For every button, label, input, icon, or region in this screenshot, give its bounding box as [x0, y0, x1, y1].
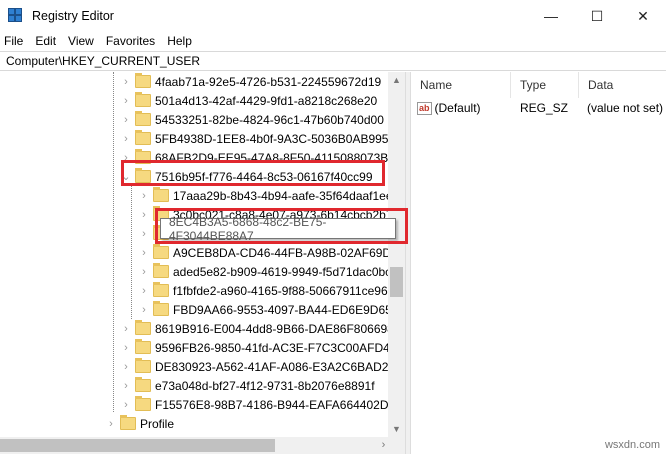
tree-item[interactable]: › 9596FB26-9850-41fd-AC3E-F7C3C00AFD4B — [121, 338, 388, 357]
folder-icon — [153, 301, 169, 316]
horizontal-scroll-thumb[interactable] — [0, 439, 275, 452]
tree-item[interactable]: › 54533251-82be-4824-96c1-47b60b740d00 — [121, 110, 384, 129]
chevron-right-icon[interactable]: › — [121, 323, 131, 335]
column-name[interactable]: Name — [411, 72, 511, 98]
chevron-right-icon[interactable]: › — [139, 285, 149, 297]
menu-help[interactable]: Help — [167, 34, 192, 48]
menu-view[interactable]: View — [68, 34, 94, 48]
title-bar: Registry Editor — ☐ ✕ — [0, 0, 666, 32]
minimize-button[interactable]: — — [528, 0, 574, 32]
tree-item[interactable]: › F15576E8-98B7-4186-B944-EAFA664402D9 — [121, 395, 388, 414]
value-name: (Default) — [434, 101, 481, 115]
tree-item-label: DE830923-A562-41AF-A086-E3A2C6BAD2DA — [155, 359, 388, 374]
close-button[interactable]: ✕ — [620, 0, 666, 32]
chevron-right-icon[interactable]: › — [139, 209, 149, 221]
tree-item-label: 5FB4938D-1EE8-4b0f-9A3C-5036B0AB995C — [155, 131, 388, 146]
string-value-icon: ab — [417, 101, 432, 115]
value-data: (value not set) — [587, 101, 664, 115]
chevron-right-icon[interactable]: › — [121, 361, 131, 373]
folder-icon — [135, 396, 151, 411]
scroll-right-icon[interactable]: › — [375, 439, 392, 451]
menu-favorites[interactable]: Favorites — [106, 34, 155, 48]
maximize-button[interactable]: ☐ — [574, 0, 620, 32]
chevron-right-icon[interactable]: › — [121, 114, 131, 126]
tree-item[interactable]: › f1fbfde2-a960-4165-9f88-50667911ce96 — [139, 281, 388, 300]
tree-item[interactable]: › A9CEB8DA-CD46-44FB-A98B-02AF69DE4623 — [139, 243, 388, 262]
folder-icon — [135, 73, 151, 88]
folder-icon — [135, 92, 151, 107]
value-row[interactable]: ab (Default) — [417, 98, 481, 118]
menu-edit[interactable]: Edit — [35, 34, 56, 48]
key-tree: › 4faab71a-92e5-4726-b531-224559672d19 › 50… — [0, 72, 388, 437]
folder-icon — [153, 187, 169, 202]
values-pane: Name Type Data ab (Default) REG_SZ (valu… — [411, 72, 666, 454]
chevron-right-icon[interactable]: › — [121, 76, 131, 88]
column-data[interactable]: Data — [579, 72, 666, 98]
scroll-down-icon[interactable]: ▼ — [388, 424, 405, 434]
tree-item-label: 9596FB26-9850-41fd-AC3E-F7C3C00AFD4B — [155, 340, 388, 355]
tree-guide-line — [131, 184, 132, 319]
tree-item-label: Profile — [140, 416, 175, 431]
tree-item[interactable]: › 8619B916-E004-4dd8-9B66-DAE86F806698 — [121, 319, 388, 338]
tree-item-label: A9CEB8DA-CD46-44FB-A98B-02AF69DE4623 — [173, 245, 388, 260]
tree-item-label: 54533251-82be-4824-96c1-47b60b740d00 — [155, 112, 384, 127]
folder-icon — [135, 130, 151, 145]
tree-guide-line — [113, 72, 114, 412]
chevron-right-icon[interactable]: › — [121, 342, 131, 354]
registry-editor-icon — [8, 8, 24, 24]
tree-item[interactable]: › DE830923-A562-41AF-A086-E3A2C6BAD2DA — [121, 357, 388, 376]
chevron-right-icon[interactable]: › — [121, 399, 131, 411]
tree-item-label: 4faab71a-92e5-4726-b531-224559672d19 — [155, 74, 382, 89]
tree-item-label: FBD9AA66-9553-4097-BA44-ED6E9D65EAB3 — [173, 302, 388, 317]
tree-item-label: f1fbfde2-a960-4165-9f88-50667911ce96 — [173, 283, 388, 298]
tree-item-label: F15576E8-98B7-4186-B944-EAFA664402D9 — [155, 397, 388, 412]
folder-icon — [135, 339, 151, 354]
tree-item[interactable]: › FBD9AA66-9553-4097-BA44-ED6E9D65EAB3 — [139, 300, 388, 319]
folder-icon — [135, 111, 151, 126]
tree-item-label: 8619B916-E004-4dd8-9B66-DAE86F806698 — [155, 321, 388, 336]
highlight-box-tooltip — [155, 208, 408, 244]
chevron-right-icon[interactable]: › — [139, 190, 149, 202]
chevron-right-icon[interactable]: › — [106, 418, 116, 430]
tree-item[interactable]: › Profile — [106, 414, 174, 433]
tree-item-label: e73a048d-bf27-4f12-9731-8b2076e8891f — [155, 378, 375, 393]
folder-icon — [135, 320, 151, 335]
menu-file[interactable]: File — [4, 34, 23, 48]
scroll-up-icon[interactable]: ▲ — [388, 75, 405, 85]
tree-item[interactable]: › aded5e82-b909-4619-9949-f5d71dac0bcb — [139, 262, 388, 281]
tree-item[interactable]: › 501a4d13-42af-4429-9fd1-a8218c268e20 — [121, 91, 377, 110]
tree-item[interactable]: › e73a048d-bf27-4f12-9731-8b2076e8891f — [121, 376, 375, 395]
chevron-right-icon[interactable]: › — [121, 133, 131, 145]
address-bar[interactable]: Computer\HKEY_CURRENT_USER — [0, 51, 666, 71]
folder-icon — [120, 415, 136, 430]
folder-icon — [153, 263, 169, 278]
column-type[interactable]: Type — [511, 72, 579, 98]
chevron-right-icon[interactable]: › — [121, 380, 131, 392]
tree-item-label: aded5e82-b909-4619-9949-f5d71dac0bcb — [173, 264, 388, 279]
chevron-right-icon[interactable]: › — [139, 247, 149, 259]
chevron-right-icon[interactable]: › — [121, 95, 131, 107]
highlight-box-parent-key — [121, 160, 385, 186]
tree-item-label: 501a4d13-42af-4429-9fd1-a8218c268e20 — [155, 93, 378, 108]
value-type: REG_SZ — [520, 101, 569, 115]
folder-icon — [135, 358, 151, 373]
folder-icon — [135, 377, 151, 392]
tree-vertical-scrollbar[interactable]: ▲ ▼ — [388, 72, 405, 437]
tree-item[interactable]: › 5FB4938D-1EE8-4b0f-9A3C-5036B0AB995C — [121, 129, 388, 148]
tree-horizontal-scrollbar[interactable]: › — [0, 437, 405, 454]
menu-bar: File Edit View Favorites Help — [0, 32, 666, 50]
window-title: Registry Editor — [32, 9, 114, 23]
tree-item[interactable]: › 17aaa29b-8b43-4b94-aafe-35f64daaf1ee — [139, 186, 388, 205]
tree-item-label: 17aaa29b-8b43-4b94-aafe-35f64daaf1ee — [173, 188, 388, 203]
chevron-right-icon[interactable]: › — [139, 304, 149, 316]
watermark: wsxdn.com — [604, 439, 660, 451]
chevron-right-icon[interactable]: › — [139, 266, 149, 278]
scroll-thumb[interactable] — [390, 267, 403, 297]
chevron-right-icon[interactable]: › — [139, 228, 149, 240]
folder-icon — [153, 244, 169, 259]
folder-icon — [153, 282, 169, 297]
tree-item[interactable]: › 4faab71a-92e5-4726-b531-224559672d19 — [121, 72, 381, 91]
